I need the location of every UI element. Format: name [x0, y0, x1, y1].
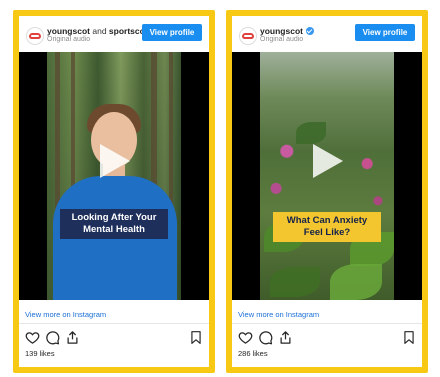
divider	[232, 323, 422, 324]
share-icon[interactable]	[278, 330, 293, 345]
post-header: youngscot and sportsco Original audio Vi…	[19, 16, 209, 52]
video-caption: What Can Anxiety Feel Like?	[273, 212, 381, 242]
verified-icon	[305, 27, 314, 35]
comment-icon[interactable]	[258, 330, 273, 345]
username-joiner: and	[92, 26, 107, 36]
username[interactable]: youngscot	[260, 26, 314, 36]
avatar[interactable]	[239, 27, 257, 45]
view-more-link[interactable]: View more on Instagram	[238, 310, 319, 319]
video-caption: Looking After Your Mental Health	[60, 209, 168, 239]
divider	[19, 323, 209, 324]
play-icon[interactable]	[100, 144, 130, 178]
view-profile-button[interactable]: View profile	[355, 24, 415, 41]
instagram-embed-card-1: youngscot and sportsco Original audio Vi…	[19, 16, 209, 367]
likes-count[interactable]: 139 likes	[25, 349, 55, 358]
comment-icon[interactable]	[45, 330, 60, 345]
view-more-link[interactable]: View more on Instagram	[25, 310, 106, 319]
audio-label[interactable]: Original audio	[47, 36, 90, 43]
likes-count[interactable]: 286 likes	[238, 349, 268, 358]
video-thumbnail: What Can Anxiety Feel Like?	[260, 52, 394, 300]
username-primary[interactable]: youngscot	[260, 26, 303, 36]
instagram-embed-card-2: youngscot Original audio View profile Wh…	[232, 16, 422, 367]
action-bar	[19, 330, 209, 346]
video-thumbnail: Looking After Your Mental Health	[47, 52, 181, 300]
bookmark-icon[interactable]	[402, 330, 416, 345]
video-player[interactable]: Looking After Your Mental Health	[19, 52, 209, 300]
play-icon[interactable]	[313, 144, 343, 178]
view-profile-button[interactable]: View profile	[142, 24, 202, 41]
username-collaborator[interactable]: sportsco	[109, 26, 145, 36]
avatar[interactable]	[26, 27, 44, 45]
action-bar	[232, 330, 422, 346]
username[interactable]: youngscot and sportsco	[47, 26, 145, 36]
heart-icon[interactable]	[238, 330, 253, 345]
bookmark-icon[interactable]	[189, 330, 203, 345]
share-icon[interactable]	[65, 330, 80, 345]
instagram-embed-frame-2: youngscot Original audio View profile Wh…	[226, 10, 428, 373]
heart-icon[interactable]	[25, 330, 40, 345]
username-primary[interactable]: youngscot	[47, 26, 90, 36]
post-header: youngscot Original audio View profile	[232, 16, 422, 52]
video-player[interactable]: What Can Anxiety Feel Like?	[232, 52, 422, 300]
instagram-embed-frame-1: youngscot and sportsco Original audio Vi…	[13, 10, 215, 373]
audio-label[interactable]: Original audio	[260, 36, 303, 43]
